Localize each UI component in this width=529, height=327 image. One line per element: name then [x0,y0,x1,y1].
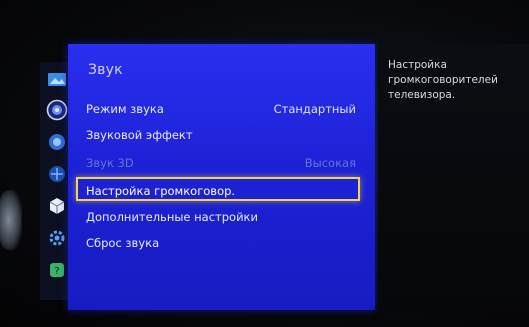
menu-item-sound-effect[interactable]: Звуковой эффект [86,126,356,144]
bezel-reflection [0,190,22,250]
svg-text:?: ? [54,266,59,277]
menu-item-value: Стандартный [273,102,356,116]
menu-item-additional-settings[interactable]: Дополнительные настройки [86,208,356,226]
menu-item-value: Высокая [304,156,356,170]
menu-item-reset-sound[interactable]: Сброс звука [86,234,356,252]
menu-title: Звук [88,62,123,78]
picture-icon[interactable] [45,68,69,92]
menu-item-sound-mode[interactable]: Режим звука Стандартный [86,100,356,118]
support-icon[interactable] [45,226,69,250]
broadcast-icon[interactable] [45,130,69,154]
menu-item-label: Звуковой эффект [86,128,193,142]
menu-item-label: Звук 3D [86,156,134,170]
help-panel: Настройка громкоговорителей телевизора. [378,44,529,310]
sound-icon[interactable] [45,98,69,122]
menu-item-label: Дополнительные настройки [86,210,258,224]
system-icon[interactable] [45,194,69,218]
menu-item-label: Сброс звука [86,236,160,250]
menu-item-label: Настройка громкоговор. [86,184,236,198]
menu-item-speaker-settings[interactable]: Настройка громкоговор. [76,177,360,201]
menu-item-label: Режим звука [86,102,164,116]
network-icon[interactable] [45,162,69,186]
sound-menu-panel: Звук Режим звука Стандартный Звуковой эф… [68,44,375,310]
help-description: Настройка громкоговорителей телевизора. [388,59,498,101]
menu-item-3d-sound: Звук 3D Высокая [86,154,356,172]
smart-hub-icon[interactable]: ? [45,258,69,282]
